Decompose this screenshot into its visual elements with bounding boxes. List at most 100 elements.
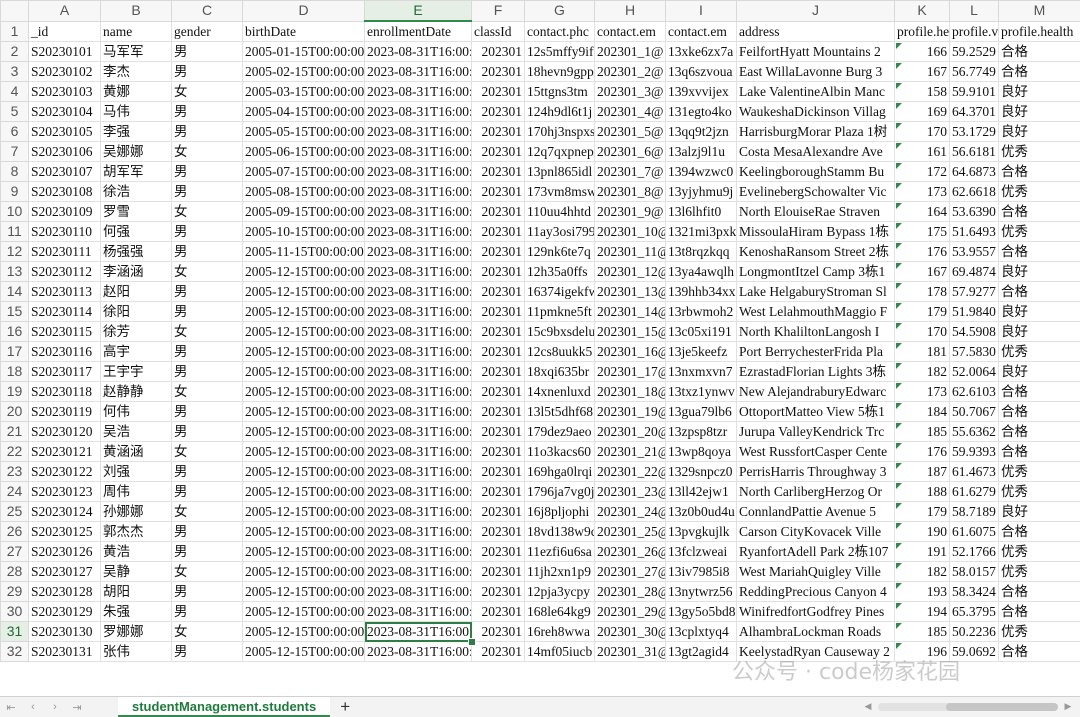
cell-w[interactable]: 56.7749	[950, 62, 999, 82]
cell-birth[interactable]: 2005-12-15T00:00:00.	[243, 542, 365, 562]
cell-w[interactable]: 61.6279	[950, 482, 999, 502]
cell-name[interactable]: 朱强	[101, 602, 172, 622]
cell-name[interactable]: 罗娜娜	[101, 622, 172, 642]
cell-phone[interactable]: 18vd138w9c	[525, 522, 595, 542]
cell-phone[interactable]: 16j8pljophi	[525, 502, 595, 522]
cell-email[interactable]: 202301_17@	[595, 362, 666, 382]
cell-h[interactable]: 172	[895, 162, 950, 182]
cell-field-name[interactable]: name	[101, 21, 172, 42]
cell-email[interactable]: 202301_2@	[595, 62, 666, 82]
cell-name[interactable]: 马伟	[101, 102, 172, 122]
cell-addr[interactable]: WinifredfortGodfrey Pines	[737, 602, 895, 622]
cell-phone[interactable]: 12q7qxpnep	[525, 142, 595, 162]
cell-email2[interactable]: 13pvgkujlk	[666, 522, 737, 542]
cell-addr[interactable]: EvelinebergSchowalter Vic	[737, 182, 895, 202]
cell-birth[interactable]: 2005-12-15T00:00:00.	[243, 562, 365, 582]
cell-id[interactable]: S20230111	[29, 242, 101, 262]
cell-h[interactable]: 179	[895, 502, 950, 522]
cell-birth[interactable]: 2005-05-15T00:00:00.	[243, 122, 365, 142]
cell-gender[interactable]: 男	[172, 402, 243, 422]
cell-name[interactable]: 黄浩	[101, 542, 172, 562]
cell-health[interactable]: 合格	[999, 402, 1080, 422]
column-header-i[interactable]: I	[666, 1, 737, 22]
cell-h[interactable]: 182	[895, 362, 950, 382]
cell-birth[interactable]: 2005-10-15T00:00:00.	[243, 222, 365, 242]
cell-h[interactable]: 158	[895, 82, 950, 102]
cell-name[interactable]: 徐芳	[101, 322, 172, 342]
cell-phone[interactable]: 11ay3osi799	[525, 222, 595, 242]
column-header-l[interactable]: L	[950, 1, 999, 22]
cell-health[interactable]: 优秀	[999, 222, 1080, 242]
cell-id[interactable]: S20230120	[29, 422, 101, 442]
cell-cls[interactable]: 202301	[472, 122, 525, 142]
cell-email2[interactable]: 13txz1ynwv	[666, 382, 737, 402]
cell-id[interactable]: S20230131	[29, 642, 101, 662]
cell-gender[interactable]: 女	[172, 202, 243, 222]
cell-email[interactable]: 202301_21@	[595, 442, 666, 462]
row-header[interactable]: 5	[1, 102, 29, 122]
cell-email2[interactable]: 1329snpcz0	[666, 462, 737, 482]
cell-enroll[interactable]: 2023-08-31T16:00:	[365, 642, 472, 662]
cell-enroll[interactable]: 2023-08-31T16:00:	[365, 442, 472, 462]
cell-birth[interactable]: 2005-12-15T00:00:00.	[243, 622, 365, 642]
cell-phone[interactable]: 11pmkne5ft	[525, 302, 595, 322]
cell-name[interactable]: 徐阳	[101, 302, 172, 322]
cell-cls[interactable]: 202301	[472, 462, 525, 482]
row-header[interactable]: 26	[1, 522, 29, 542]
cell-phone[interactable]: 169hga0lrqi	[525, 462, 595, 482]
cell-enroll[interactable]: 2023-08-31T16:00:	[365, 542, 472, 562]
cell-birth[interactable]: 2005-12-15T00:00:00.	[243, 582, 365, 602]
cell-birth[interactable]: 2005-12-15T00:00:00.	[243, 502, 365, 522]
cell-email[interactable]: 202301_24@	[595, 502, 666, 522]
cell-birth[interactable]: 2005-12-15T00:00:00.	[243, 522, 365, 542]
cell-email[interactable]: 202301_16@	[595, 342, 666, 362]
row-header[interactable]: 11	[1, 222, 29, 242]
row-header[interactable]: 32	[1, 642, 29, 662]
cell-cls[interactable]: 202301	[472, 402, 525, 422]
cell-w[interactable]: 51.6493	[950, 222, 999, 242]
cell-name[interactable]: 胡军军	[101, 162, 172, 182]
cell-birth[interactable]: 2005-12-15T00:00:00.	[243, 402, 365, 422]
row-header[interactable]: 7	[1, 142, 29, 162]
cell-email2[interactable]: 13q6szvoua	[666, 62, 737, 82]
cell-gender[interactable]: 女	[172, 82, 243, 102]
cell-addr[interactable]: Costa MesaAlexandre Ave	[737, 142, 895, 162]
cell-h[interactable]: 173	[895, 382, 950, 402]
cell-id[interactable]: S20230109	[29, 202, 101, 222]
cell-email[interactable]: 202301_23@	[595, 482, 666, 502]
cell-cls[interactable]: 202301	[472, 202, 525, 222]
cell-health[interactable]: 良好	[999, 122, 1080, 142]
cell-email2[interactable]: 13je5keefz	[666, 342, 737, 362]
cell-cls[interactable]: 202301	[472, 602, 525, 622]
cell-birth[interactable]: 2005-12-15T00:00:00.	[243, 642, 365, 662]
cell-cls[interactable]: 202301	[472, 142, 525, 162]
cell-email2[interactable]: 13z0b0ud4u	[666, 502, 737, 522]
cell-phone[interactable]: 12h35a0ffs	[525, 262, 595, 282]
cell-w[interactable]: 52.0064	[950, 362, 999, 382]
cell-w[interactable]: 69.4874	[950, 262, 999, 282]
cell-health[interactable]: 良好	[999, 362, 1080, 382]
cell-addr[interactable]: WaukeshaDickinson Villag	[737, 102, 895, 122]
cell-name[interactable]: 周伟	[101, 482, 172, 502]
cell-health[interactable]: 合格	[999, 42, 1080, 62]
cell-enroll[interactable]: 2023-08-31T16:00:	[365, 582, 472, 602]
cell-h[interactable]: 179	[895, 302, 950, 322]
cell-phone[interactable]: 11ezfi6u6sa	[525, 542, 595, 562]
cell-name[interactable]: 黄涵涵	[101, 442, 172, 462]
row-header[interactable]: 30	[1, 602, 29, 622]
cell-h[interactable]: 193	[895, 582, 950, 602]
cell-name[interactable]: 吴娜娜	[101, 142, 172, 162]
cell-w[interactable]: 62.6103	[950, 382, 999, 402]
cell-email2[interactable]: 13xke6zx7a	[666, 42, 737, 62]
cell-enroll[interactable]: 2023-08-31T16:00:	[365, 122, 472, 142]
cell-phone[interactable]: 124h9dl6t1j	[525, 102, 595, 122]
cell-cls[interactable]: 202301	[472, 222, 525, 242]
last-sheet-button[interactable]: ⇥	[66, 701, 88, 714]
cell-email[interactable]: 202301_19@	[595, 402, 666, 422]
cell-health[interactable]: 合格	[999, 522, 1080, 542]
cell-addr[interactable]: Carson CityKovacek Ville	[737, 522, 895, 542]
cell-w[interactable]: 52.1766	[950, 542, 999, 562]
scroll-right-icon[interactable]: ▶	[1062, 701, 1074, 712]
cell-birth[interactable]: 2005-07-15T00:00:00.	[243, 162, 365, 182]
fill-handle[interactable]	[468, 638, 476, 646]
